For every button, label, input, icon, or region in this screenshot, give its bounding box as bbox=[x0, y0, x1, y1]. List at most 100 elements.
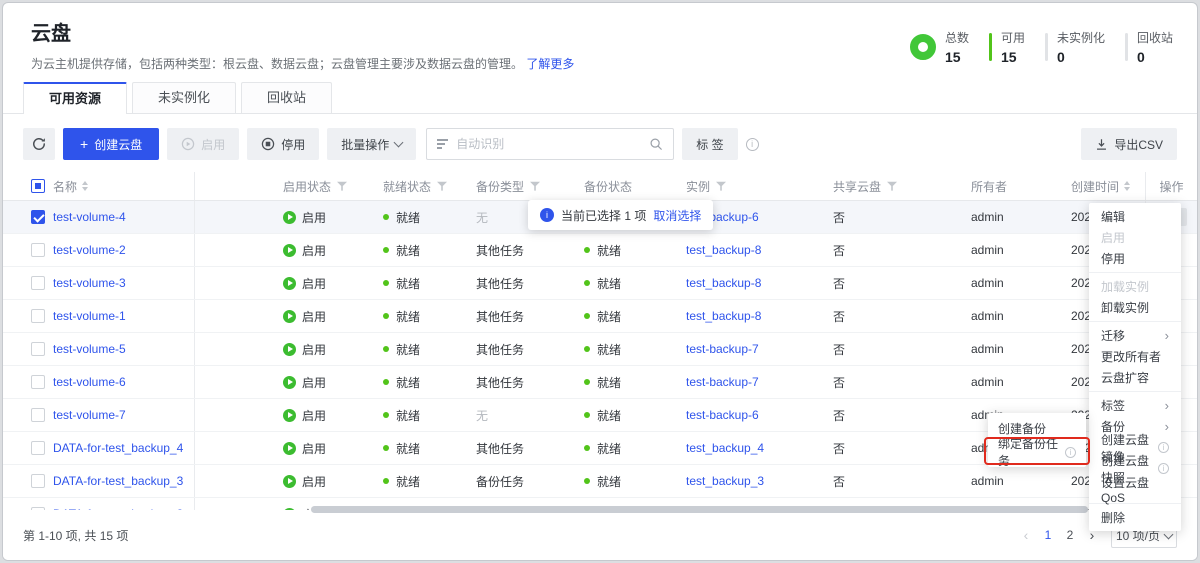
ready-state-text: 就绪 bbox=[396, 473, 420, 490]
ready-state-text: 就绪 bbox=[396, 209, 420, 226]
row-instance-cell: test_backup-8 bbox=[686, 300, 833, 332]
enable-button: 启用 bbox=[167, 128, 239, 160]
filter-icon[interactable] bbox=[437, 181, 447, 191]
volume-name-link[interactable]: test-volume-4 bbox=[53, 210, 126, 224]
instance-link[interactable]: test_backup-8 bbox=[686, 243, 761, 257]
filter-icon[interactable] bbox=[716, 181, 726, 191]
menu-item-0[interactable]: 编辑 bbox=[1089, 206, 1181, 227]
ready-state-text: 就绪 bbox=[396, 407, 420, 424]
tab-not-instantiated[interactable]: 未实例化 bbox=[132, 82, 236, 113]
volume-name-link[interactable]: test-volume-1 bbox=[53, 309, 126, 323]
volume-name-link[interactable]: test-volume-7 bbox=[53, 408, 126, 422]
menu-item-6[interactable]: 更改所有者 bbox=[1089, 346, 1181, 367]
enable-state-text: 启用 bbox=[302, 440, 326, 457]
stat-label: 可用 bbox=[1001, 29, 1025, 46]
row-checkbox[interactable] bbox=[31, 474, 45, 488]
row-checkbox[interactable] bbox=[31, 375, 45, 389]
backup-type-text: 其他任务 bbox=[476, 275, 524, 292]
row-select-cell bbox=[3, 201, 47, 233]
instance-link[interactable]: test-backup-7 bbox=[686, 342, 759, 356]
batch-actions-button[interactable]: 批量操作 bbox=[327, 128, 416, 160]
column-header-created: 创建时间 bbox=[1071, 172, 1145, 200]
filter-icon[interactable] bbox=[530, 181, 540, 191]
refresh-button[interactable] bbox=[23, 128, 55, 160]
row-owner-cell: admin bbox=[971, 465, 1071, 497]
row-checkbox[interactable] bbox=[31, 276, 45, 290]
menu-item-7[interactable]: 云盘扩容 bbox=[1089, 367, 1181, 388]
enable-state-text: 启用 bbox=[302, 374, 326, 391]
menu-item-2[interactable]: 停用 bbox=[1089, 248, 1181, 269]
submenu-item-label: 绑定备份任务 bbox=[998, 435, 1061, 469]
filter-lines-icon bbox=[437, 139, 448, 149]
menu-item-label: 编辑 bbox=[1101, 208, 1125, 225]
menu-item-label: 停用 bbox=[1101, 250, 1125, 267]
search-input[interactable] bbox=[456, 137, 641, 151]
instance-link[interactable]: test-backup-6 bbox=[686, 408, 759, 422]
backup-status-dot-icon bbox=[584, 445, 590, 451]
sort-down-icon bbox=[1124, 187, 1130, 191]
items-summary: 第 1-10 项, 共 15 项 bbox=[23, 527, 128, 544]
sort-icon[interactable] bbox=[82, 181, 88, 191]
learn-more-link[interactable]: 了解更多 bbox=[526, 57, 574, 71]
stat-label: 回收站 bbox=[1137, 29, 1173, 46]
instance-link[interactable]: test_backup-8 bbox=[686, 276, 761, 290]
row-select-cell bbox=[3, 267, 47, 299]
filter-icon[interactable] bbox=[887, 181, 897, 191]
volume-name-link[interactable]: test-volume-3 bbox=[53, 276, 126, 290]
row-checkbox[interactable] bbox=[31, 408, 45, 422]
info-icon[interactable]: i bbox=[746, 138, 759, 151]
volume-name-link[interactable]: test-volume-2 bbox=[53, 243, 126, 257]
row-checkbox[interactable] bbox=[31, 309, 45, 323]
row-backup-type-cell: 其他任务 bbox=[476, 234, 584, 266]
tag-button[interactable]: 标 签 bbox=[682, 128, 737, 160]
ready-state-text: 就绪 bbox=[396, 341, 420, 358]
toolbar: 创建云盘 启用 停用 批量操作 标 签 i 导出CSV bbox=[3, 114, 1197, 160]
tab-available-resources[interactable]: 可用资源 bbox=[23, 82, 127, 114]
row-instance-cell: test_backup-8 bbox=[686, 234, 833, 266]
row-checkbox[interactable] bbox=[31, 342, 45, 356]
instance-link[interactable]: test_backup_4 bbox=[686, 441, 764, 455]
sort-icon[interactable] bbox=[1124, 181, 1130, 191]
volume-name-link[interactable]: DATA-for-test_backup_3 bbox=[53, 474, 183, 488]
row-checkbox[interactable] bbox=[31, 210, 45, 224]
instance-link[interactable]: test-backup-7 bbox=[686, 375, 759, 389]
volume-name-link[interactable]: test-volume-5 bbox=[53, 342, 126, 356]
row-backup-state-cell: 就绪 bbox=[584, 366, 686, 398]
menu-item-5[interactable]: 迁移› bbox=[1089, 325, 1181, 346]
disable-label: 停用 bbox=[281, 136, 305, 153]
menu-item-4[interactable]: 卸载实例 bbox=[1089, 297, 1181, 318]
info-icon: i bbox=[1158, 463, 1169, 474]
disable-button[interactable]: 停用 bbox=[247, 128, 319, 160]
select-all-checkbox[interactable] bbox=[31, 179, 45, 193]
page-number-2[interactable]: 2 bbox=[1061, 523, 1079, 547]
page-number-1[interactable]: 1 bbox=[1039, 523, 1057, 547]
tab-recycle-bin[interactable]: 回收站 bbox=[241, 82, 332, 113]
row-owner-cell: admin bbox=[971, 366, 1071, 398]
create-volume-button[interactable]: 创建云盘 bbox=[63, 128, 159, 160]
row-actions-menu: 编辑启用停用加载实例卸载实例迁移›更改所有者云盘扩容标签›备份›创建云盘镜像i创… bbox=[1089, 203, 1181, 531]
app-window: 云盘 为云主机提供存储，包括两种类型：根云盘、数据云盘；云盘管理主要涉及数据云盘… bbox=[2, 2, 1198, 561]
volume-name-link[interactable]: DATA-for-test_backup_4 bbox=[53, 441, 183, 455]
export-csv-label: 导出CSV bbox=[1114, 136, 1163, 153]
menu-item-12[interactable]: 设置云盘QoS bbox=[1089, 479, 1181, 500]
volume-name-link[interactable]: test-volume-6 bbox=[53, 375, 126, 389]
backup-type-text: 其他任务 bbox=[476, 341, 524, 358]
horizontal-scrollbar[interactable] bbox=[311, 506, 1088, 513]
instance-link[interactable]: test_backup-8 bbox=[686, 309, 761, 323]
search-icon[interactable] bbox=[649, 137, 663, 151]
info-icon: i bbox=[1065, 447, 1076, 458]
export-csv-button[interactable]: 导出CSV bbox=[1081, 128, 1177, 160]
backup-status-dot-icon bbox=[584, 412, 590, 418]
row-owner-cell: admin bbox=[971, 333, 1071, 365]
filter-icon[interactable] bbox=[337, 181, 347, 191]
submenu-item-1[interactable]: 绑定备份任务i bbox=[988, 440, 1086, 464]
menu-item-13[interactable]: 删除 bbox=[1089, 507, 1181, 528]
instance-link[interactable]: test_backup_3 bbox=[686, 474, 764, 488]
column-header-label: 创建时间 bbox=[1071, 178, 1119, 195]
cancel-selection-link[interactable]: 取消选择 bbox=[653, 207, 701, 224]
row-checkbox[interactable] bbox=[31, 441, 45, 455]
row-checkbox[interactable] bbox=[31, 243, 45, 257]
enabled-status-icon bbox=[283, 310, 296, 323]
row-name-cell: test-volume-6 bbox=[47, 366, 195, 398]
menu-item-8[interactable]: 标签› bbox=[1089, 395, 1181, 416]
